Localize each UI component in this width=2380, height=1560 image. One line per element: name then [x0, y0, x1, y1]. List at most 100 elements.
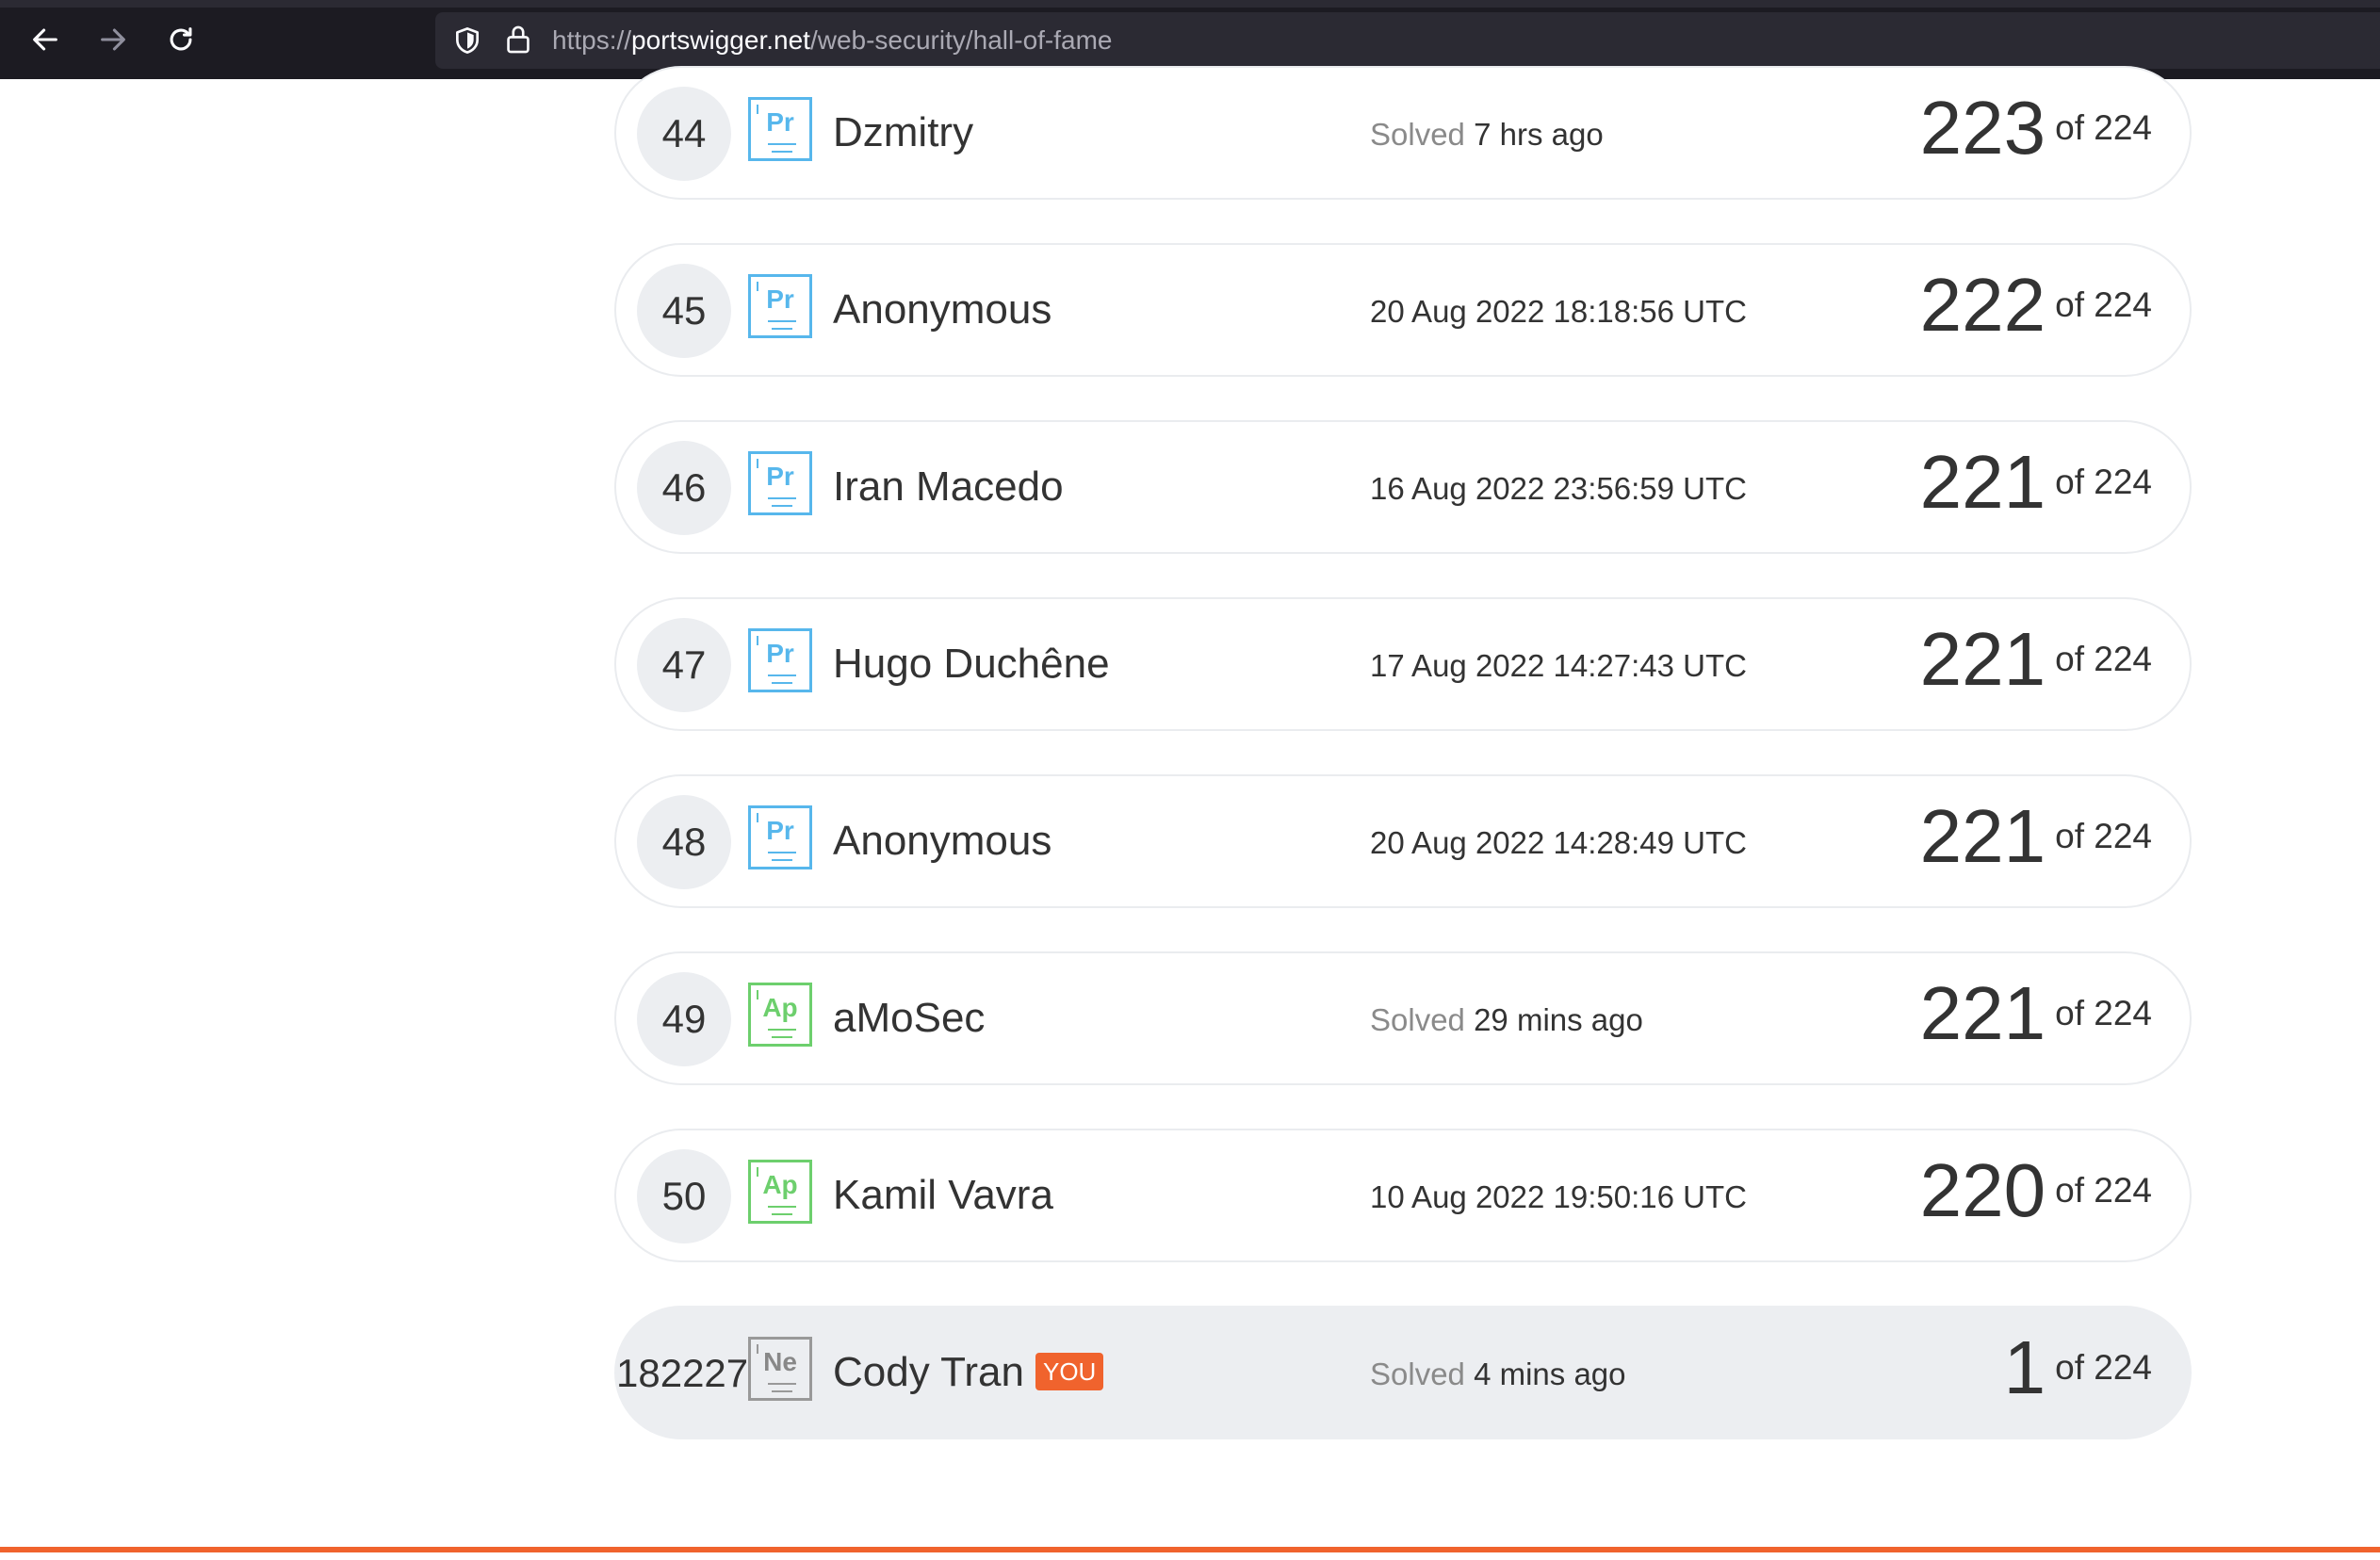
score-value: 220 — [1919, 1148, 2046, 1232]
user-name-text: Kamil Vavra — [833, 1172, 1053, 1218]
badge-symbol: Ne — [763, 1347, 797, 1376]
shield-icon[interactable] — [452, 25, 482, 56]
user-name-text: Anonymous — [833, 818, 1052, 864]
time-text: 17 Aug 2022 14:27:43 UTC — [1370, 648, 1747, 683]
reload-button[interactable] — [155, 13, 207, 66]
badge-underline — [772, 1213, 792, 1215]
forward-arrow-icon — [101, 28, 125, 51]
badge-symbol: Ap — [762, 1170, 798, 1199]
badge-underline — [772, 328, 792, 330]
level-badge-icon: Pr — [748, 805, 812, 869]
badge-underline — [768, 320, 796, 322]
leaderboard-row: 46 Pr Iran Macedo 16 Aug 2022 23:56:59 U… — [614, 420, 2192, 554]
solved-time: 17 Aug 2022 14:27:43 UTC — [1370, 648, 1747, 684]
solved-time: 20 Aug 2022 14:28:49 UTC — [1370, 825, 1747, 861]
user-name[interactable]: Hugo Duchêne — [833, 641, 1110, 688]
user-name-text: Dzmitry — [833, 109, 974, 155]
score-value: 1 — [2003, 1325, 2046, 1409]
lock-icon[interactable] — [503, 24, 533, 56]
badge-underline — [768, 143, 796, 145]
time-text: 4 mins ago — [1474, 1357, 1626, 1391]
leaderboard-row: 45 Pr Anonymous 20 Aug 2022 18:18:56 UTC… — [614, 243, 2192, 377]
level-badge-icon: Pr — [748, 97, 812, 161]
user-name-text: Hugo Duchêne — [833, 641, 1110, 687]
score-value: 221 — [1919, 617, 2046, 701]
rank-number: 182227 — [616, 1351, 749, 1395]
solved-time: Solved 7 hrs ago — [1370, 117, 1604, 153]
time-text: 20 Aug 2022 18:18:56 UTC — [1370, 294, 1747, 329]
solved-time: 20 Aug 2022 18:18:56 UTC — [1370, 294, 1747, 330]
solved-time: 16 Aug 2022 23:56:59 UTC — [1370, 471, 1747, 507]
level-badge-icon: Ap — [748, 983, 812, 1047]
user-name[interactable]: Anonymous — [833, 286, 1051, 333]
badge-symbol: Pr — [766, 639, 794, 668]
score: 220 of 224 — [1920, 1147, 2152, 1234]
rank-number: 48 — [637, 795, 731, 889]
leaderboard-row: 48 Pr Anonymous 20 Aug 2022 14:28:49 UTC… — [614, 774, 2192, 908]
forward-button[interactable] — [87, 13, 139, 66]
level-badge-icon: Pr — [748, 628, 812, 692]
solved-time: 10 Aug 2022 19:50:16 UTC — [1370, 1179, 1747, 1215]
user-name-text: Anonymous — [833, 286, 1052, 333]
rank-number: 44 — [637, 87, 731, 181]
score: 222 of 224 — [1920, 262, 2152, 349]
badge-underline — [772, 151, 792, 153]
score-total: of 224 — [2055, 1171, 2152, 1210]
score: 221 of 224 — [1920, 970, 2152, 1057]
back-arrow-icon — [33, 28, 57, 51]
badge-underline — [772, 1036, 792, 1038]
leaderboard-row: 49 Ap aMoSec Solved 29 mins ago 221 of 22… — [614, 951, 2192, 1085]
url-path: /web-security/hall-of-fame — [809, 25, 1113, 55]
badge-symbol: Ap — [762, 993, 798, 1022]
time-text: 16 Aug 2022 23:56:59 UTC — [1370, 471, 1747, 506]
level-badge-icon: Pr — [748, 274, 812, 338]
rank-number: 45 — [637, 264, 731, 358]
user-name[interactable]: Cody Tran YOU — [833, 1349, 1104, 1396]
score-total: of 224 — [2055, 1348, 2152, 1387]
badge-symbol: Pr — [766, 816, 794, 845]
solved-label: Solved — [1370, 1357, 1475, 1391]
score-value: 221 — [1919, 440, 2046, 524]
solved-time: Solved 4 mins ago — [1370, 1357, 1626, 1392]
rank-number: 49 — [637, 972, 731, 1066]
badge-underline — [768, 852, 796, 853]
user-name[interactable]: Dzmitry — [833, 109, 973, 156]
back-button[interactable] — [19, 13, 72, 66]
badge-symbol: Pr — [766, 284, 794, 314]
address-bar[interactable]: https://portswigger.net/web-security/hal… — [435, 12, 2380, 69]
score: 221 of 224 — [1920, 793, 2152, 880]
badge-underline — [768, 674, 796, 676]
badge-underline — [768, 497, 796, 499]
user-name[interactable]: aMoSec — [833, 995, 985, 1042]
score-value: 221 — [1919, 794, 2046, 878]
score-total: of 224 — [2055, 640, 2152, 678]
time-text: 7 hrs ago — [1474, 117, 1604, 152]
user-name-text: Iran Macedo — [833, 463, 1064, 510]
you-badge: YOU — [1035, 1353, 1104, 1390]
badge-underline — [768, 1029, 796, 1031]
user-name-text: Cody Tran — [833, 1349, 1024, 1395]
score-total: of 224 — [2055, 817, 2152, 855]
user-name[interactable]: Iran Macedo — [833, 463, 1064, 511]
rank-number: 47 — [637, 618, 731, 712]
score-total: of 224 — [2055, 463, 2152, 501]
time-text: 29 mins ago — [1474, 1002, 1643, 1037]
badge-symbol: Pr — [766, 107, 794, 137]
level-badge-icon: Pr — [748, 451, 812, 515]
url-prefix: https:// — [552, 25, 632, 55]
rank-number: 46 — [637, 441, 731, 535]
user-name[interactable]: Anonymous — [833, 818, 1051, 865]
your-row: 182227 Ne Cody Tran YOU Solved 4 mins ago… — [614, 1306, 2192, 1439]
solved-time: Solved 29 mins ago — [1370, 1002, 1643, 1038]
url-host: portswigger.net — [631, 25, 810, 55]
score-total: of 224 — [2055, 285, 2152, 324]
badge-underline — [772, 505, 792, 507]
user-name[interactable]: Kamil Vavra — [833, 1172, 1053, 1219]
user-name-text: aMoSec — [833, 995, 986, 1041]
rank-number: 50 — [637, 1149, 731, 1243]
score-total: of 224 — [2055, 994, 2152, 1032]
toolbar-top-strip — [0, 0, 2380, 8]
leaderboard-row: 44 Pr Dzmitry Solved 7 hrs ago 223 of 224 — [614, 66, 2192, 200]
url-text[interactable]: https://portswigger.net/web-security/hal… — [552, 25, 1113, 56]
time-text: 10 Aug 2022 19:50:16 UTC — [1370, 1179, 1747, 1214]
